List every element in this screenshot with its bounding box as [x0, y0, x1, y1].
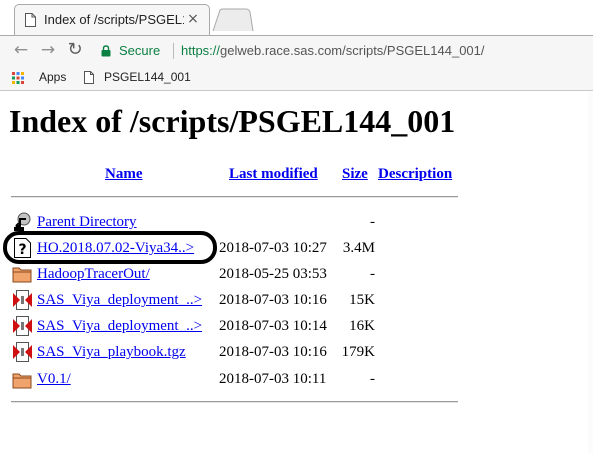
file-date: 2018-05-25 03:53 — [219, 266, 327, 282]
file-link[interactable]: HO.2018.07.02-Viya34..> — [37, 240, 194, 257]
file-date: 2018-07-03 10:16 — [219, 292, 327, 308]
back-arrow-icon[interactable]: ← — [11, 40, 31, 60]
compressed-file-icon — [13, 342, 32, 362]
column-header-name[interactable]: Name — [105, 166, 143, 183]
url-text[interactable]: https://gelweb.race.sas.com/scripts/PSGE… — [181, 43, 485, 58]
page-icon — [25, 13, 36, 27]
file-link[interactable]: V0.1/ — [37, 371, 71, 388]
lock-icon — [101, 45, 111, 57]
bookmark-apps[interactable]: Apps — [39, 70, 66, 84]
bottom-divider — [11, 401, 458, 403]
address-bar[interactable]: Secure https://gelweb.race.sas.com/scrip… — [97, 40, 593, 62]
page-edge — [588, 92, 593, 453]
file-size: 179K — [341, 344, 375, 360]
browser-tab[interactable]: Index of /scripts/PSGEL14 × — [14, 4, 210, 35]
file-size: 16K — [349, 318, 375, 334]
file-link[interactable]: SAS_Viya_playbook.tgz — [37, 344, 186, 361]
reload-icon[interactable]: ↻ — [65, 40, 85, 60]
file-link-parent-directory[interactable]: Parent Directory — [37, 214, 137, 231]
file-link[interactable]: SAS_Viya_deployment_..> — [37, 318, 202, 335]
file-size: 3.4M — [342, 240, 375, 256]
page-icon — [84, 71, 94, 84]
apps-grid-icon[interactable] — [12, 72, 24, 84]
url-scheme: https:// — [181, 43, 221, 58]
bookmark-psgel144[interactable]: PSGEL144_001 — [104, 70, 191, 84]
close-icon[interactable]: × — [185, 11, 201, 27]
file-size: - — [370, 371, 375, 387]
file-date: 2018-07-03 10:16 — [219, 344, 327, 360]
unknown-file-icon: ? — [14, 238, 31, 258]
compressed-file-icon — [13, 290, 32, 310]
file-date: 2018-07-03 10:11 — [219, 371, 327, 387]
svg-text:?: ? — [18, 242, 26, 258]
file-size: 15K — [349, 292, 375, 308]
file-link[interactable]: HadoopTracerOut/ — [37, 266, 150, 283]
folder-icon — [12, 267, 32, 283]
new-tab-button[interactable] — [212, 8, 254, 32]
address-separator — [173, 43, 174, 59]
tab-strip: Index of /scripts/PSGEL14 × — [0, 0, 593, 35]
security-label: Secure — [119, 43, 161, 58]
top-divider — [11, 196, 458, 198]
file-date: 2018-07-03 10:27 — [219, 240, 327, 256]
tab-title: Index of /scripts/PSGEL14 — [44, 12, 184, 27]
file-date: 2018-07-03 10:14 — [219, 318, 327, 334]
bookmarks-bar: Apps PSGEL144_001 — [0, 63, 593, 91]
url-path: gelweb.race.sas.com/scripts/PSGEL144_001… — [220, 43, 485, 58]
page-title: Index of /scripts/PSGEL144_001 — [9, 103, 456, 139]
column-header-last-modified[interactable]: Last modified — [229, 166, 318, 183]
column-header-description[interactable]: Description — [378, 166, 452, 183]
file-size: - — [370, 214, 375, 230]
browser-toolbar: ← → ↻ Secure https://gelweb.race.sas.com… — [0, 35, 593, 63]
file-size: - — [370, 266, 375, 282]
file-link[interactable]: SAS_Viya_deployment_..> — [37, 292, 202, 309]
column-header-size[interactable]: Size — [342, 166, 368, 183]
back-arrow-icon — [14, 212, 31, 231]
forward-arrow-icon[interactable]: → — [38, 40, 58, 60]
folder-icon — [12, 373, 32, 389]
compressed-file-icon — [13, 316, 32, 336]
